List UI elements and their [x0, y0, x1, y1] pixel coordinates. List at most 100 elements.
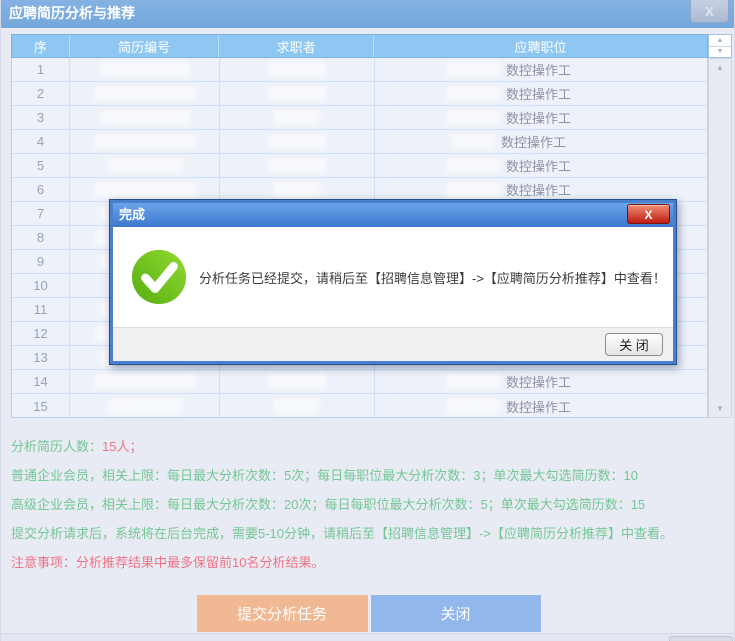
applied-position-cell: 数控操作工	[375, 82, 707, 105]
modal-body: 分析任务已经提交，请稍后至【招聘信息管理】->【应聘简历分析推荐】中查看！	[113, 227, 673, 327]
row-index: 3	[12, 106, 70, 129]
close-icon: X	[705, 4, 714, 19]
redacted-block	[100, 110, 190, 125]
redacted-block	[446, 110, 500, 125]
redacted-block	[107, 399, 183, 414]
window-title: 应聘简历分析与推荐	[1, 0, 135, 27]
row-index: 13	[12, 346, 70, 369]
header-index: 序	[12, 35, 70, 57]
resume-id-redacted	[70, 394, 220, 418]
modal-footer: 关 闭	[113, 327, 673, 361]
normal-member-limit: 普通企业会员，相关上限：每日最大分析次数：5次；每日每职位最大分析次数：3；单次…	[11, 465, 673, 482]
applied-position-cell: 数控操作工	[375, 154, 707, 177]
job-seeker-redacted	[220, 82, 375, 105]
redacted-block	[446, 399, 500, 414]
job-seeker-redacted	[220, 178, 375, 201]
header-position: 应聘职位	[374, 35, 707, 57]
action-bar: 提交分析任务 关闭	[1, 595, 735, 632]
redacted-block	[94, 134, 196, 149]
row-index: 15	[12, 394, 70, 418]
row-index: 11	[12, 298, 70, 321]
job-seeker-redacted	[220, 106, 375, 129]
table-scrollbar[interactable]: ▲ ▼	[708, 58, 732, 418]
redacted-block	[94, 86, 196, 101]
scroll-up-icon[interactable]: ▲	[709, 63, 731, 72]
redacted-block	[446, 374, 500, 389]
row-index: 2	[12, 82, 70, 105]
position-label: 数控操作工	[506, 397, 571, 416]
resume-id-redacted	[70, 106, 220, 129]
close-icon: X	[644, 208, 652, 222]
applied-position-cell: 数控操作工	[375, 130, 707, 153]
table-row[interactable]: 14 数控操作工	[12, 370, 707, 394]
modal-close-button[interactable]: X	[627, 204, 670, 224]
window-close-button[interactable]: X	[690, 0, 729, 23]
redacted-block	[94, 182, 196, 197]
table-row[interactable]: 15 数控操作工	[12, 394, 707, 418]
completion-dialog: 完成 X 分析任务已经提交，请稍后至【招聘信息管理】->【应聘简历分析推荐】中查…	[109, 199, 677, 365]
resume-id-redacted	[70, 82, 220, 105]
spin-up-icon[interactable]: ▲	[709, 35, 731, 47]
resume-count-value: 15人；	[102, 439, 142, 454]
table-row[interactable]: 1 数控操作工	[12, 58, 707, 82]
header-job-seeker: 求职者	[219, 35, 374, 57]
position-label: 数控操作工	[506, 180, 571, 199]
redacted-block	[94, 374, 196, 389]
resume-analysis-dialog: 应聘简历分析与推荐 X 序 简历编号 求职者 应聘职位 ▲ ▼ 1 数控操作工	[0, 0, 735, 641]
position-label: 数控操作工	[506, 156, 571, 175]
applied-position-cell: 数控操作工	[375, 394, 707, 418]
success-check-icon	[130, 248, 188, 306]
redacted-block	[268, 374, 326, 389]
resume-count-label: 分析简历人数：	[11, 439, 102, 454]
applied-position-cell: 数控操作工	[375, 58, 707, 81]
position-label: 数控操作工	[506, 84, 571, 103]
job-seeker-redacted	[220, 130, 375, 153]
warning-note: 注意事项：分析推荐结果中最多保留前10名分析结果。	[11, 552, 673, 569]
redacted-block	[274, 110, 320, 125]
table-row[interactable]: 2 数控操作工	[12, 82, 707, 106]
analysis-info: 分析简历人数：15人； 普通企业会员，相关上限：每日最大分析次数：5次；每日每职…	[11, 436, 673, 581]
resume-id-redacted	[70, 178, 220, 201]
redacted-block	[100, 62, 190, 77]
position-label: 数控操作工	[501, 132, 566, 151]
table-row[interactable]: 5 数控操作工	[12, 154, 707, 178]
table-row[interactable]: 4 数控操作工	[12, 130, 707, 154]
row-index: 9	[12, 250, 70, 273]
modal-title: 完成	[119, 207, 145, 222]
resume-id-redacted	[70, 154, 220, 177]
job-seeker-redacted	[220, 58, 375, 81]
redacted-block	[107, 158, 183, 173]
applied-position-cell: 数控操作工	[375, 370, 707, 393]
applied-position-cell: 数控操作工	[375, 106, 707, 129]
modal-close-footer-button[interactable]: 关 闭	[605, 333, 663, 356]
table-row[interactable]: 3 数控操作工	[12, 106, 707, 130]
redacted-block	[451, 134, 495, 149]
modal-titlebar: 完成 X	[113, 203, 673, 227]
row-index: 1	[12, 58, 70, 81]
submit-analysis-button[interactable]: 提交分析任务	[197, 595, 368, 632]
resume-id-redacted	[70, 58, 220, 81]
row-index: 6	[12, 178, 70, 201]
row-index: 12	[12, 322, 70, 345]
row-index: 14	[12, 370, 70, 393]
redacted-block	[446, 62, 500, 77]
spin-down-icon[interactable]: ▼	[709, 47, 731, 58]
redacted-block	[268, 134, 326, 149]
row-index: 10	[12, 274, 70, 297]
job-seeker-redacted	[220, 154, 375, 177]
close-button[interactable]: 关闭	[371, 595, 541, 632]
redacted-block	[446, 86, 500, 101]
modal-message: 分析任务已经提交，请稍后至【招聘信息管理】->【应聘简历分析推荐】中查看！	[199, 268, 666, 287]
process-note: 提交分析请求后，系统将在后台完成，需要5-10分钟，请稍后至【招聘信息管理】->…	[11, 523, 673, 540]
position-label: 数控操作工	[506, 108, 571, 127]
redacted-block	[446, 158, 500, 173]
row-index: 7	[12, 202, 70, 225]
partial-hidden-button	[669, 636, 733, 641]
redacted-block	[268, 86, 326, 101]
table-header: 序 简历编号 求职者 应聘职位	[11, 34, 708, 58]
scroll-down-icon[interactable]: ▼	[709, 404, 731, 413]
redacted-block	[268, 158, 326, 173]
redacted-block	[274, 399, 320, 414]
header-resume-id: 简历编号	[70, 35, 220, 57]
applied-position-cell: 数控操作工	[375, 178, 707, 201]
